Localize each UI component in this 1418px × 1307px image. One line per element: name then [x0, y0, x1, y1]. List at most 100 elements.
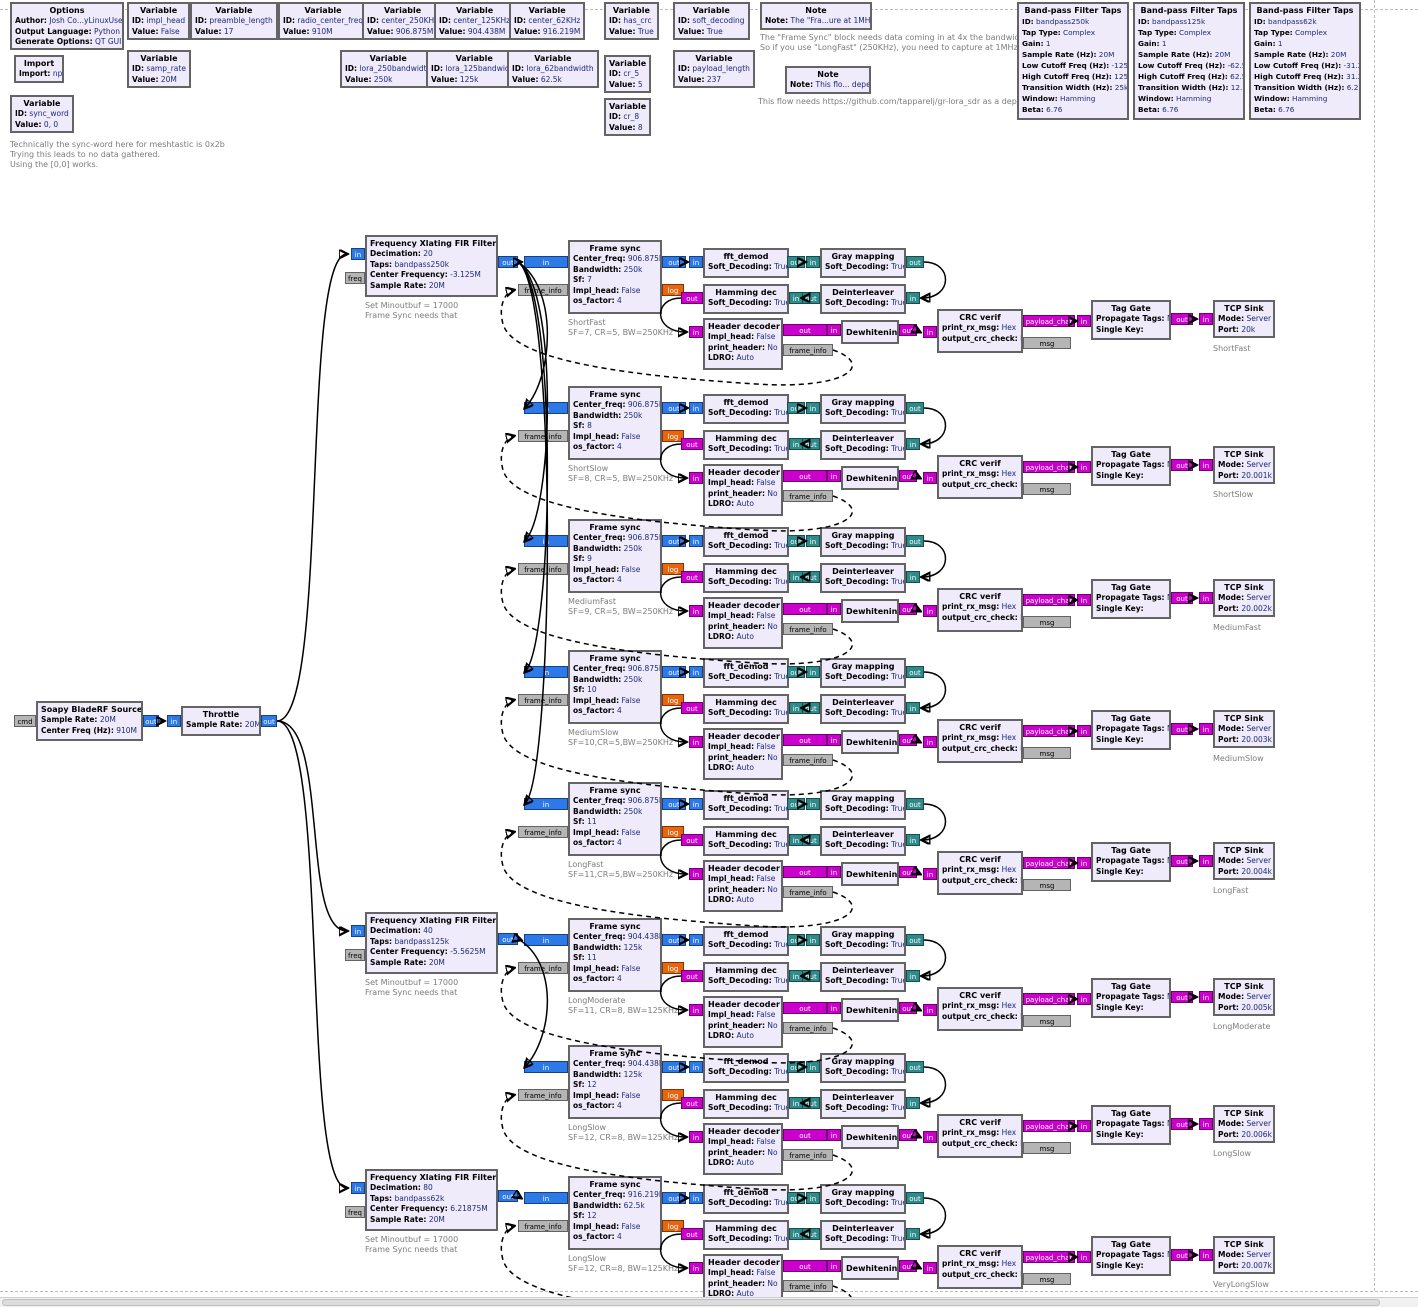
frame-sync-block[interactable]: Frame sync Center_freq: 904.438M Bandwid… — [568, 918, 662, 992]
crc-verif-payload-char-port[interactable]: payload_char — [1023, 594, 1075, 606]
import-block[interactable]: Import Import: np — [14, 55, 64, 83]
tcp-sink-block[interactable]: TCP Sink Mode: Server Port: 20.003k — [1213, 710, 1275, 748]
hamming-dec-in-port[interactable]: in — [789, 702, 803, 714]
fft-demod-in-port[interactable]: in — [689, 1192, 703, 1204]
tag-gate-out-port[interactable]: out — [1171, 592, 1193, 604]
frame-sync-block[interactable]: Frame sync Center_freq: 906.875M Bandwid… — [568, 386, 662, 460]
fft-demod-out-port[interactable]: out — [787, 934, 805, 946]
crc-verif-payload-char-port[interactable]: payload_char — [1023, 1251, 1075, 1263]
options-block[interactable]: Options Author: Josh Co...yLinuxUser) Ou… — [10, 2, 124, 50]
crc-verif-payload-char-port[interactable]: payload_char — [1023, 857, 1075, 869]
crc-verif-block[interactable]: CRC verif print_rx_msg: Hex output_crc_c… — [937, 1245, 1023, 1289]
tcp-sink-in-port[interactable]: in — [1199, 313, 1213, 325]
header-decoder-block[interactable]: Header decoder Impl_head: False print_he… — [703, 860, 783, 912]
deinterleaver-block[interactable]: Deinterleaver Soft_Decoding: True — [820, 694, 906, 724]
freq-xlating-fir-filter-block[interactable]: Frequency Xlating FIR Filter Decimation:… — [365, 235, 498, 297]
crc-verif-block[interactable]: CRC verif print_rx_msg: Hex output_crc_c… — [937, 588, 1023, 632]
frame-sync-out-port[interactable]: out — [662, 934, 686, 946]
crc-verif-msg-port[interactable]: msg — [1023, 747, 1071, 759]
hamming-dec-in-port[interactable]: in — [789, 571, 803, 583]
header-decoder-frame-info-port[interactable]: frame_info — [783, 1022, 833, 1034]
hamming-dec-block[interactable]: Hamming dec Soft_Decoding: True — [703, 284, 789, 314]
note-block-framesync[interactable]: Note Note: The "Fra...ure at 1MHz. — [760, 2, 872, 30]
fft-demod-in-port[interactable]: in — [689, 666, 703, 678]
header-decoder-in-port[interactable]: in — [689, 472, 703, 484]
dewhitening-out-port[interactable]: out — [899, 470, 917, 482]
header-decoder-block[interactable]: Header decoder Impl_head: False print_he… — [703, 318, 783, 370]
tag-gate-out-port[interactable]: out — [1171, 459, 1193, 471]
hamming-dec-in-port[interactable]: in — [789, 834, 803, 846]
gray-mapping-block[interactable]: Gray mapping Soft_Decoding: True — [820, 926, 906, 956]
frame-sync-frame-info-port[interactable]: frame_info — [518, 826, 568, 838]
crc-verif-block[interactable]: CRC verif print_rx_msg: Hex output_crc_c… — [937, 719, 1023, 763]
deinterleaver-block[interactable]: Deinterleaver Soft_Decoding: True — [820, 1089, 906, 1119]
header-decoder-out-port[interactable]: out — [783, 603, 827, 615]
hamming-dec-in-port[interactable]: in — [789, 1097, 803, 1109]
gray-mapping-out-port[interactable]: out — [906, 1192, 924, 1204]
header-decoder-frame-info-port[interactable]: frame_info — [783, 754, 833, 766]
hamming-dec-in-port[interactable]: in — [789, 292, 803, 304]
fft-demod-block[interactable]: fft_demod Soft_Decoding: True — [703, 1184, 789, 1214]
header-decoder-in-port[interactable]: in — [689, 1131, 703, 1143]
crc-verif-in-port[interactable]: in — [923, 472, 937, 484]
crc-verif-msg-port[interactable]: msg — [1023, 1273, 1071, 1285]
tcp-sink-block[interactable]: TCP Sink Mode: Server Port: 20.007k — [1213, 1236, 1275, 1274]
bandpass-taps-62k-block[interactable]: Band-pass Filter Taps ID: bandpass62kTap… — [1249, 2, 1361, 120]
variable-block-impl_head[interactable]: VariableID: impl_headValue: False — [127, 2, 190, 40]
grc-flowgraph-canvas[interactable]: Options Author: Josh Co...yLinuxUser) Ou… — [0, 0, 1418, 1307]
dewhitening-in-port[interactable]: in — [827, 324, 841, 336]
fft-demod-out-port[interactable]: out — [787, 402, 805, 414]
variable-block-sync_word[interactable]: VariableID: sync_wordValue: 0, 0 — [10, 95, 74, 133]
frame-sync-block[interactable]: Frame sync Center_freq: 916.219M Bandwid… — [568, 1176, 662, 1250]
deinterleaver-out-port[interactable]: out — [802, 970, 820, 982]
fft-demod-block[interactable]: fft_demod Soft_Decoding: True — [703, 658, 789, 688]
dewhitening-in-port[interactable]: in — [827, 1260, 841, 1272]
dewhitening-block[interactable]: Dewhitening — [841, 466, 899, 490]
tcp-sink-in-port[interactable]: in — [1199, 991, 1213, 1003]
dewhitening-block[interactable]: Dewhitening — [841, 599, 899, 623]
fir-in-port[interactable]: in — [351, 248, 365, 260]
header-decoder-frame-info-port[interactable]: frame_info — [783, 344, 833, 356]
crc-verif-in-port[interactable]: in — [923, 1004, 937, 1016]
tag-gate-out-port[interactable]: out — [1171, 991, 1193, 1003]
variable-block-lora_250bandwidth[interactable]: VariableID: lora_250bandwidthValue: 250k — [340, 50, 436, 88]
header-decoder-frame-info-port[interactable]: frame_info — [783, 1149, 833, 1161]
crc-verif-msg-port[interactable]: msg — [1023, 1142, 1071, 1154]
header-decoder-out-port[interactable]: out — [783, 1002, 827, 1014]
tag-gate-out-port[interactable]: out — [1171, 313, 1193, 325]
hamming-dec-block[interactable]: Hamming dec Soft_Decoding: True — [703, 962, 789, 992]
fft-demod-in-port[interactable]: in — [689, 256, 703, 268]
deinterleaver-in-port[interactable]: in — [906, 970, 920, 982]
tcp-sink-in-port[interactable]: in — [1199, 592, 1213, 604]
hamming-dec-out-port[interactable]: out — [681, 292, 703, 304]
variable-block-payload_length[interactable]: VariableID: payload_lengthValue: 237 — [673, 50, 755, 88]
crc-verif-block[interactable]: CRC verif print_rx_msg: Hex output_crc_c… — [937, 1114, 1023, 1158]
fft-demod-out-port[interactable]: out — [787, 1061, 805, 1073]
dewhitening-out-port[interactable]: out — [899, 1002, 917, 1014]
hamming-dec-in-port[interactable]: in — [789, 970, 803, 982]
crc-verif-block[interactable]: CRC verif print_rx_msg: Hex output_crc_c… — [937, 851, 1023, 895]
variable-block-center_250KHz[interactable]: VariableID: center_250KHzValue: 906.875M — [362, 2, 443, 40]
variable-block-soft_decoding[interactable]: VariableID: soft_decodingValue: True — [673, 2, 750, 40]
fft-demod-in-port[interactable]: in — [689, 402, 703, 414]
header-decoder-out-port[interactable]: out — [783, 470, 827, 482]
hamming-dec-block[interactable]: Hamming dec Soft_Decoding: True — [703, 1089, 789, 1119]
tag-gate-block[interactable]: Tag Gate Propagate Tags: No Single Key: — [1091, 579, 1171, 619]
hamming-dec-out-port[interactable]: out — [681, 702, 703, 714]
gray-mapping-in-port[interactable]: in — [806, 535, 820, 547]
deinterleaver-block[interactable]: Deinterleaver Soft_Decoding: True — [820, 563, 906, 593]
dewhitening-in-port[interactable]: in — [827, 603, 841, 615]
fft-demod-out-port[interactable]: out — [787, 256, 805, 268]
horizontal-scrollbar-thumb[interactable] — [2, 1299, 1380, 1306]
fir-out-port[interactable]: out — [498, 256, 518, 268]
deinterleaver-out-port[interactable]: out — [802, 702, 820, 714]
gray-mapping-out-port[interactable]: out — [906, 666, 924, 678]
deinterleaver-out-port[interactable]: out — [802, 834, 820, 846]
frame-sync-in-port[interactable]: in — [524, 402, 568, 414]
variable-block-center_62KHz[interactable]: VariableID: center_62KHzValue: 916.219M — [509, 2, 585, 40]
gray-mapping-in-port[interactable]: in — [806, 1061, 820, 1073]
fir-in-port[interactable]: in — [351, 1182, 365, 1194]
tag-gate-in-port[interactable]: in — [1077, 725, 1091, 737]
fft-demod-block[interactable]: fft_demod Soft_Decoding: True — [703, 790, 789, 820]
deinterleaver-in-port[interactable]: in — [906, 292, 920, 304]
